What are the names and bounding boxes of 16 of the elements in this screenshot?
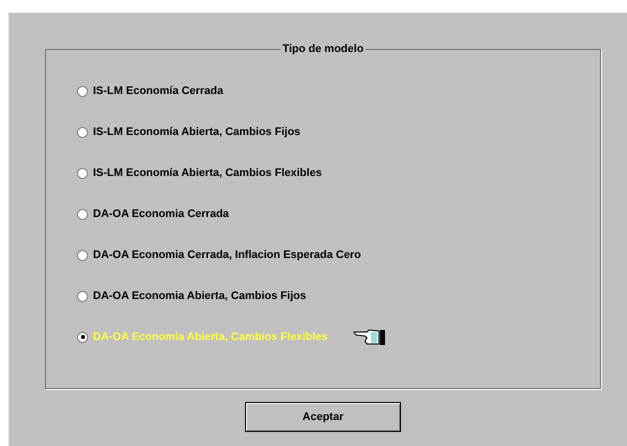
accept-button[interactable]: Aceptar	[245, 402, 401, 432]
option-label[interactable]: IS-LM Economía Abierta, Cambios Flexibles	[93, 166, 322, 180]
option-label[interactable]: DA-OA Economia Abierta, Cambios Fijos	[93, 289, 306, 303]
radio-button[interactable]	[77, 332, 88, 342]
radio-button[interactable]	[77, 290, 88, 302]
option-label[interactable]: DA-OA Economia Cerrada	[93, 207, 229, 221]
radio-button[interactable]	[77, 168, 88, 178]
group-title: Tipo de modelo	[280, 42, 366, 56]
radio-button[interactable]	[77, 126, 88, 138]
radio-button[interactable]	[77, 86, 88, 96]
pointing-hand-icon	[352, 328, 387, 346]
option-label[interactable]: DA-OA Economia Cerrada, Inflacion Esperada Cero	[93, 248, 361, 262]
radio-button[interactable]	[77, 250, 88, 260]
option-label[interactable]: IS-LM Economía Abierta, Cambios Fijos	[93, 125, 300, 139]
option-label[interactable]: IS-LM Economía Cerrada	[93, 84, 224, 98]
radio-button[interactable]	[77, 208, 88, 220]
